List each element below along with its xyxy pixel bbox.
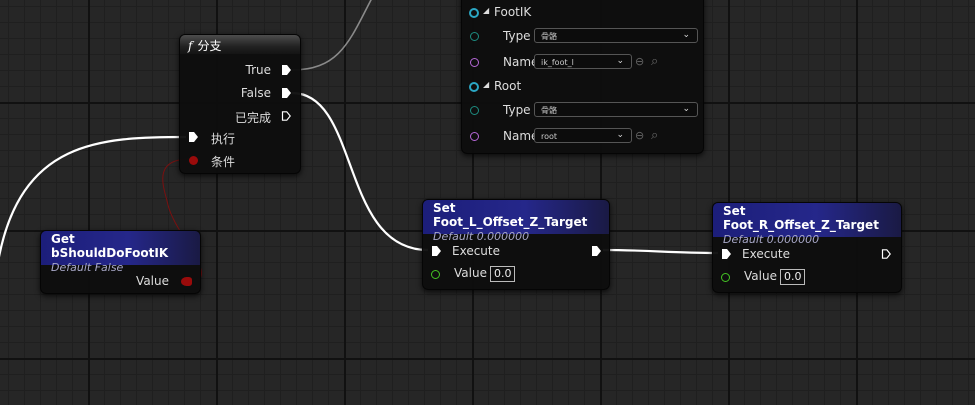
set-right-exec-out-pin[interactable] [881,249,891,259]
footik-type-label: Type [503,29,531,43]
false-exec-pin[interactable] [281,88,291,98]
set-right-default: Default 0.000000 [723,233,820,246]
footik-struct-pin[interactable] [469,8,479,18]
completed-exec-pin[interactable] [281,111,291,121]
root-type-label: Type [503,103,531,117]
chevron-down-icon: ⌄ [616,130,624,140]
root-type-pin[interactable] [470,106,479,115]
set-foot-r-offset-node[interactable]: Set Foot_R_Offset_Z_Target Default 0.000… [712,202,902,293]
wire-false [291,91,429,252]
root-label: Root [494,79,522,93]
true-label: True [245,63,272,77]
footik-type-dropdown[interactable]: 骨骼 ⌄ [534,28,698,43]
set-right-header[interactable]: Set Foot_R_Offset_Z_Target Default 0.000… [713,203,901,246]
getter-node-header[interactable]: Get bShouldDoFootIK Default False [41,231,200,274]
set-right-title: Set Foot_R_Offset_Z_Target [723,204,879,232]
function-icon: f [188,39,193,53]
get-should-do-foot-ik-node[interactable]: Get bShouldDoFootIK Default False Value [40,230,201,294]
set-right-value-row: Value 0.0 [744,269,806,285]
chevron-down-icon: ⌄ [616,56,624,66]
set-right-value-pin[interactable] [721,273,730,282]
getter-value-label: Value [136,274,169,288]
footik-type-value: 骨骼 [541,32,557,41]
use-selected-icon[interactable]: ⊖ [635,55,644,68]
use-selected-icon[interactable]: ⊖ [635,129,644,142]
set-right-value-label: Value [744,269,777,283]
condition-label: 条件 [211,155,236,169]
getter-node-default: Default False [51,261,124,274]
completed-label: 已完成 [234,111,271,125]
search-icon[interactable]: ⌕ [651,128,658,143]
footik-type-pin[interactable] [470,32,479,41]
footik-expand-icon[interactable]: ◢ [483,6,489,15]
getter-node-title: Get bShouldDoFootIK [51,232,169,260]
set-left-default: Default 0.000000 [433,230,530,243]
footik-label: FootIK [494,5,532,19]
set-left-value-input[interactable]: 0.0 [489,266,516,282]
branch-node-header[interactable]: f 分支 [180,35,300,54]
bone-reference-node[interactable]: ◢ FootIK Type 骨骼 ⌄ Name ik_foot_l ⌄ ⊖ ⌕ ◢ … [461,0,704,154]
root-type-value: 骨骼 [541,106,557,115]
chevron-down-icon: ⌄ [682,30,690,40]
wire-set-left-to-right [602,248,719,255]
footik-name-dropdown[interactable]: ik_foot_l ⌄ [534,54,632,69]
condition-pin[interactable] [189,156,198,165]
getter-value-pin[interactable] [181,277,192,286]
root-struct-pin[interactable] [469,82,479,92]
root-name-dropdown[interactable]: root ⌄ [534,128,632,143]
branch-node-title: 分支 [197,39,222,53]
wire-true [291,0,372,71]
branch-node[interactable]: f 分支 True False 已完成 执行 条件 [179,34,301,174]
set-left-exec-in-pin[interactable] [431,246,441,256]
exec-input-label: 执行 [211,132,236,146]
footik-name-value: ik_foot_l [541,58,574,67]
set-right-exec-label: Execute [742,247,790,261]
set-right-value-input[interactable]: 0.0 [779,269,806,285]
set-left-header[interactable]: Set Foot_L_Offset_Z_Target Default 0.000… [423,200,609,243]
set-right-exec-in-pin[interactable] [721,249,731,259]
root-expand-icon[interactable]: ◢ [483,80,489,89]
root-type-dropdown[interactable]: 骨骼 ⌄ [534,102,698,117]
root-name-pin[interactable] [470,132,479,141]
chevron-down-icon: ⌄ [682,104,690,114]
set-foot-l-offset-node[interactable]: Set Foot_L_Offset_Z_Target Default 0.000… [422,199,610,290]
false-label: False [240,86,271,100]
root-name-value: root [541,132,558,141]
footik-name-pin[interactable] [470,58,479,67]
set-left-exec-out-pin[interactable] [591,246,601,256]
set-left-value-label: Value [454,266,487,280]
set-left-value-row: Value 0.0 [454,266,516,282]
search-icon[interactable]: ⌕ [651,54,658,69]
true-exec-pin[interactable] [281,65,291,75]
set-left-value-pin[interactable] [431,270,440,279]
exec-input-pin[interactable] [188,132,198,142]
set-left-title: Set Foot_L_Offset_Z_Target [433,201,588,229]
set-left-exec-label: Execute [452,244,500,258]
